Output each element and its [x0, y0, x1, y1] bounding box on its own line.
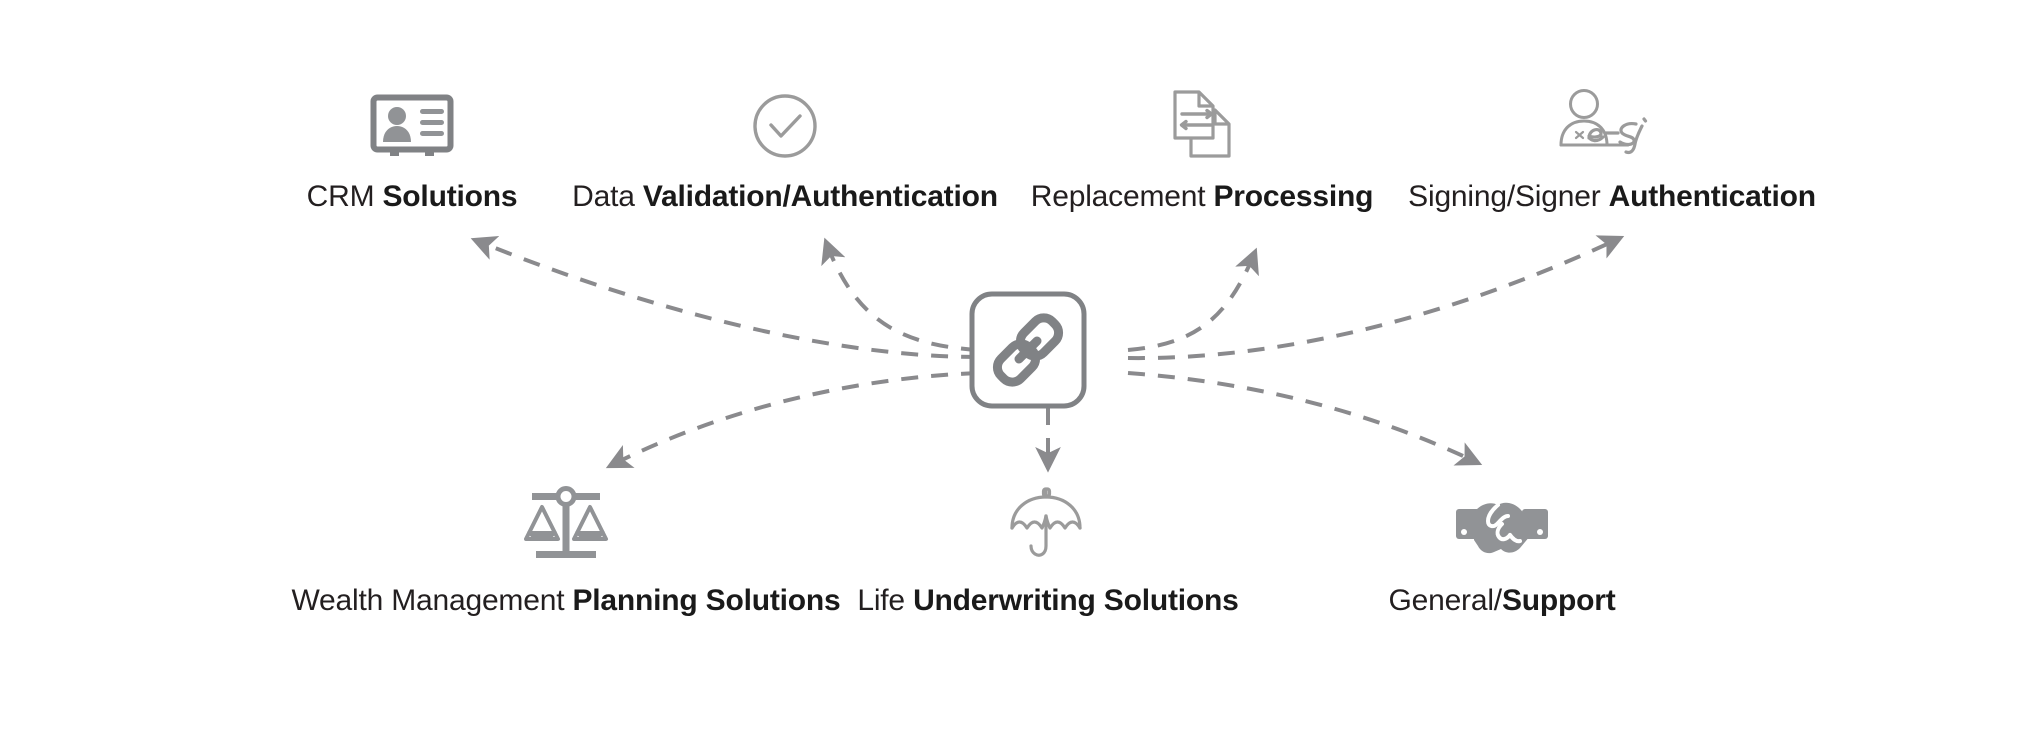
contact-card-icon [370, 94, 454, 156]
hub-and-spoke-diagram: CRM Solutions Data Validation/Authentica… [0, 0, 2018, 742]
label-regular: Replacement [1030, 180, 1214, 213]
umbrella-icon [1010, 487, 1082, 557]
label-signing-signer-authentication: Signing/Signer Authentication [1408, 182, 1816, 212]
document-exchange-icon [1173, 90, 1231, 158]
label-bold: Validation/Authentication [642, 180, 998, 213]
label-crm-solutions: CRM Solutions [307, 182, 518, 212]
node-life-underwriting-solutions[interactable]: Life Underwriting Solutions [818, 484, 1278, 616]
handshake-icon [1456, 502, 1548, 554]
node-signing-signer-authentication[interactable]: Signing/Signer Authentication [1382, 88, 1842, 212]
label-regular: General/ [1388, 584, 1502, 617]
arrow-to-data-validation [821, 237, 979, 352]
label-bold: Processing [1213, 180, 1374, 213]
node-general-support[interactable]: General/Support [1302, 484, 1702, 616]
arrow-to-signing-signer-authentication [1127, 235, 1625, 361]
arrow-to-replacement-processing [1127, 247, 1259, 352]
label-bold: Underwriting Solutions [913, 584, 1239, 617]
label-regular: CRM [306, 180, 383, 213]
label-bold: Support [1501, 584, 1616, 617]
label-data-validation-authentication: Data Validation/Authentication [572, 182, 998, 212]
chain-link-icon [969, 291, 1087, 409]
node-wealth-management-planning-solutions[interactable]: Wealth Management Planning Solutions [266, 484, 866, 616]
label-bold: Authentication [1608, 180, 1816, 213]
check-circle-icon [753, 94, 817, 158]
label-general-support: General/Support [1388, 586, 1615, 616]
label-replacement-processing: Replacement Processing [1030, 180, 1374, 213]
label-wealth-management-planning-solutions: Wealth Management Planning Solutions [291, 586, 840, 616]
icon-wrap-crm [370, 88, 454, 160]
arrow-to-crm-solutions [470, 235, 979, 359]
icon-wrap-scales [520, 484, 612, 562]
balance-scales-icon [524, 486, 608, 558]
arrow-to-wealth-management [605, 371, 979, 469]
label-regular: Life [857, 584, 914, 617]
icon-wrap-replacement [1166, 88, 1238, 160]
label-regular: Wealth Management [291, 584, 573, 617]
icon-wrap-validation [751, 88, 819, 160]
icon-wrap-handshake [1454, 484, 1550, 562]
label-regular: Data [572, 180, 643, 213]
icon-wrap-esig [1556, 88, 1668, 160]
label-regular: Signing/Signer [1408, 180, 1609, 213]
e-signature-icon [1559, 89, 1648, 155]
icon-wrap-umbrella [1008, 484, 1088, 562]
integration-hub[interactable] [968, 290, 1088, 410]
arrow-to-general-support [1127, 371, 1483, 466]
node-replacement-processing[interactable]: Replacement Processing [952, 88, 1452, 212]
label-bold: Planning Solutions [572, 584, 841, 617]
label-life-underwriting-solutions: Life Underwriting Solutions [857, 584, 1239, 617]
